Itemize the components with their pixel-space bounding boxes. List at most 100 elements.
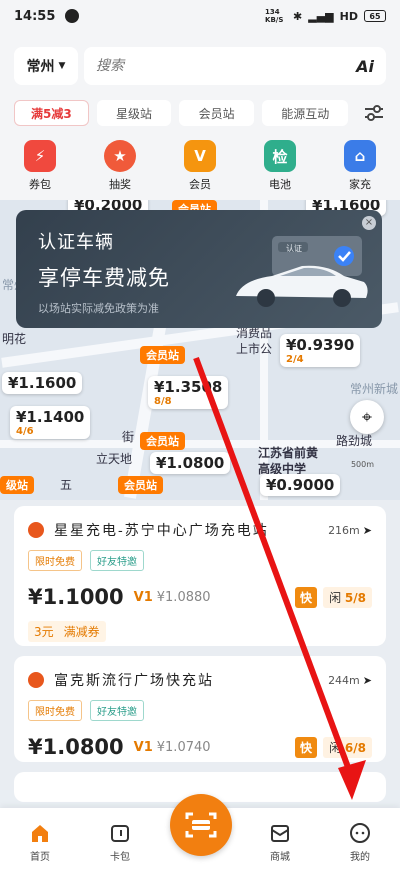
caret-down-icon: ▼ [58, 61, 66, 71]
filter-sliders-icon[interactable] [362, 101, 386, 125]
search-bar[interactable]: Ai [84, 47, 386, 85]
map-price-pin[interactable]: ¥1.0800 [150, 452, 231, 474]
vip-price: ¥1.0880 [156, 589, 211, 605]
map-price-pin[interactable]: ¥1.1600 [2, 372, 83, 394]
quick-coupon[interactable]: ⚡ 券包 [10, 140, 70, 192]
status-indicators: 134 KB/S ✱ ▂▄▆ HD 65 [265, 8, 386, 24]
nav-mall[interactable]: 商城 [250, 822, 310, 863]
bluetooth-icon: ✱ [293, 9, 303, 23]
navigate-arrow-icon[interactable]: ➤ [363, 524, 372, 537]
station-distance: 216m [328, 523, 360, 537]
member-v-icon: V [184, 140, 216, 172]
map-scale: 500m [350, 460, 374, 469]
pin-price: ¥1.1400 [16, 408, 85, 426]
scan-charge-button[interactable] [170, 794, 232, 856]
map-price-pin[interactable]: ¥1.1400 4/6 [10, 406, 91, 439]
quick-label: 电池 [269, 178, 291, 191]
map-label: 明花 [2, 332, 27, 346]
quick-actions: ⚡ 券包 ★ 抽奖 V 会员 检 电池 ⌂ 家充 [10, 140, 390, 192]
map-price-pin[interactable]: ¥0.9390 2/4 [280, 334, 361, 367]
vip-station-tag[interactable]: 会员站 [140, 346, 185, 364]
station-name: 富克斯流行广场快充站 [54, 673, 214, 689]
promo-chip[interactable]: 满5减3 [14, 100, 89, 126]
coupon-tag[interactable]: 3元 满减券 [28, 621, 106, 642]
avail-prefix: 闲 [329, 740, 342, 755]
station-card[interactable]: 星星充电-苏宁中心广场充电站 216m ➤ 限时免费 好友特邀 ¥1.1000 … [14, 506, 386, 646]
avail-count: 6/8 [344, 740, 366, 755]
star-station-tag[interactable]: 级站 [0, 476, 34, 494]
promo-banner[interactable]: 认证车辆 享停车费减免 以场站实际减免政策为准 × 认证 [16, 210, 382, 328]
nav-label: 首页 [30, 852, 50, 863]
map-label: 上市公 [236, 342, 273, 356]
cert-label: 认证 [286, 243, 302, 253]
availability: 闲 6/8 [323, 736, 372, 758]
status-bar: 14:55 134 KB/S ✱ ▂▄▆ HD 65 [0, 0, 400, 32]
nav-wallet[interactable]: 卡包 [90, 822, 150, 863]
home-icon [32, 825, 48, 842]
battery-icon: 65 [364, 10, 386, 22]
station-tag: 限时免费 [28, 700, 82, 721]
vip-price: ¥1.0740 [156, 739, 211, 755]
quick-member[interactable]: V 会员 [170, 140, 230, 192]
fast-charge-badge: 快 [295, 586, 318, 608]
city-selector[interactable]: 常州 ▼ [14, 47, 78, 85]
pin-avail: 4/6 [16, 426, 34, 437]
quick-home-charger[interactable]: ⌂ 家充 [330, 140, 390, 192]
battery-level: 65 [369, 11, 381, 21]
nav-label: 我的 [350, 852, 370, 863]
vip-station-tag[interactable]: 会员站 [140, 432, 185, 450]
map-label: 五 [60, 478, 73, 492]
station-price: ¥1.0800 [28, 735, 124, 759]
signal-type: HD [339, 9, 358, 23]
station-logo-icon [28, 522, 44, 538]
station-logo-icon [28, 672, 44, 688]
avail-count: 5/8 [344, 590, 366, 605]
map-price-pin[interactable]: ¥1.3508 8/8 [148, 376, 229, 409]
quick-lottery[interactable]: ★ 抽奖 [90, 140, 150, 192]
close-icon[interactable]: × [362, 216, 376, 230]
quick-label: 券包 [29, 178, 51, 191]
station-list: 星星充电-苏宁中心广场充电站 216m ➤ 限时免费 好友特邀 ¥1.1000 … [0, 500, 400, 802]
pin-price: ¥1.3508 [154, 378, 223, 396]
car-illustration: 认证 [236, 236, 368, 307]
chip-energy-interaction[interactable]: 能源互动 [262, 100, 349, 126]
signal-icon: ▂▄▆ [308, 9, 334, 23]
scan-icon [185, 812, 217, 838]
bottom-nav: 首页 卡包 商城 我的 [0, 794, 400, 888]
chip-star-station[interactable]: 星级站 [96, 100, 172, 126]
locate-me-icon[interactable]: ⌖ [350, 400, 384, 434]
wallet-icon [111, 825, 129, 842]
mall-icon [271, 825, 289, 842]
pin-price: ¥0.9390 [286, 336, 355, 354]
quick-battery[interactable]: 检 电池 [250, 140, 310, 192]
avail-prefix: 闲 [329, 590, 342, 605]
station-card[interactable]: 富克斯流行广场快充站 244m ➤ 限时免费 好友特邀 ¥1.0800 V1 ¥… [14, 656, 386, 762]
profile-icon [350, 823, 370, 843]
navigate-arrow-icon[interactable]: ➤ [363, 674, 372, 687]
lottery-medal-icon: ★ [104, 140, 136, 172]
filter-chips: 满5减3 星级站 会员站 能源互动 [14, 100, 386, 126]
map-price-pin[interactable]: ¥0.9000 [260, 474, 341, 496]
quick-label: 会员 [189, 178, 211, 191]
station-distance: 244m [328, 673, 360, 687]
home-charger-icon: ⌂ [344, 140, 376, 172]
vip-level: V1 [133, 739, 153, 755]
availability: 闲 5/8 [323, 586, 372, 608]
map-label: 常州新城 [350, 382, 399, 396]
battery-check-icon: 检 [264, 140, 296, 172]
nav-profile[interactable]: 我的 [330, 822, 390, 863]
ai-assistant-icon[interactable]: Ai [356, 57, 374, 76]
map-label: 路劲城 [336, 434, 373, 448]
vip-station-tag[interactable]: 会员站 [118, 476, 163, 494]
coupon-text: 满减券 [63, 625, 100, 639]
nav-label: 商城 [270, 852, 290, 863]
search-input[interactable] [96, 58, 357, 74]
chip-member-station[interactable]: 会员站 [179, 100, 254, 126]
map-label: 立天地 [96, 452, 133, 466]
station-name: 星星充电-苏宁中心广场充电站 [54, 523, 269, 539]
app-notification-icon [65, 9, 80, 23]
map-label: 街 [122, 430, 135, 444]
station-tag: 好友特邀 [90, 700, 144, 721]
nav-home[interactable]: 首页 [10, 822, 70, 863]
nav-label: 卡包 [110, 852, 130, 863]
